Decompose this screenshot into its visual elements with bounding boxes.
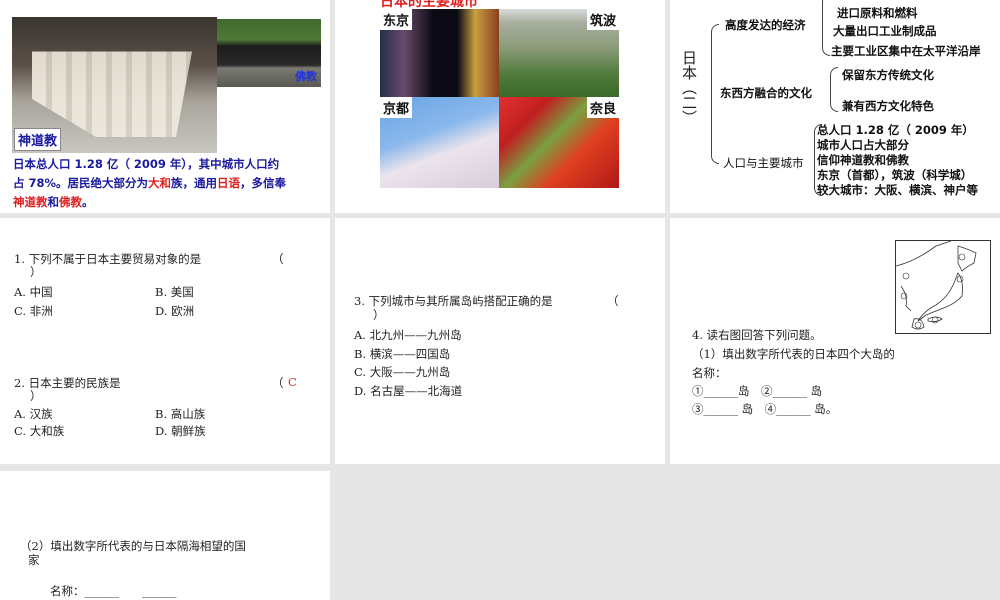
question-3-paren: （ — [607, 294, 619, 308]
question-4-part-2: （2）填出数字所代表的与日本隔海相望的国 — [20, 539, 246, 553]
branch-economy: 高度发达的经济 — [725, 18, 806, 32]
country-blanks: 名称：______ ______ — [50, 584, 177, 598]
slide-thumbnail-5[interactable]: 3. 下列城市与其所属岛屿搭配正确的是 （ ） A. 北九州——九州岛 B. 横… — [335, 218, 665, 464]
slide-thumbnail-7[interactable]: （2）填出数字所代表的与日本隔海相望的国 家 名称：______ ______ — [0, 471, 330, 600]
buddhist-monks-photo: 佛教 — [217, 19, 321, 87]
question-1-stem: 1. 下列不属于日本主要贸易对象的是 — [14, 252, 202, 266]
mindmap-root: 日本（二） — [680, 50, 698, 125]
option: D. 名古屋——北海道 — [354, 384, 463, 398]
city-label-nara: 奈良 — [586, 97, 619, 118]
slide-thumbnail-2[interactable]: 日本的主要城市 东京 筑波 京都 奈良 — [335, 0, 665, 213]
mindmap-item: 信仰神道教和佛教 — [817, 153, 909, 167]
option: C. 大和族 — [14, 424, 65, 438]
option: D. 朝鲜族 — [155, 424, 206, 438]
city-label-kyoto: 京都 — [380, 97, 413, 118]
shinto-procession-photo: 神道教 — [12, 17, 217, 153]
root-brace — [711, 24, 719, 164]
question-3-paren-close: ） — [373, 308, 385, 322]
question-4-stem: 4. 读右图回答下列问题。 — [692, 328, 822, 342]
option: A. 汉族 — [14, 407, 53, 421]
question-2-paren-close: ） — [30, 389, 42, 403]
question-2-paren: （ — [272, 376, 284, 390]
tokyo-photo: 东京 — [380, 9, 499, 97]
economy-brace — [822, 0, 830, 56]
option: D. 欧洲 — [155, 304, 195, 318]
mindmap-item: 保留东方传统文化 — [842, 68, 934, 82]
tsukuba-photo: 筑波 — [499, 9, 619, 97]
mindmap-item: 主要工业区集中在太平洋沿岸 — [831, 44, 981, 58]
option: B. 美国 — [155, 285, 194, 299]
shinto-label: 神道教 — [14, 128, 62, 151]
question-4-part-2-cont: 家 — [28, 553, 40, 567]
option: C. 非洲 — [14, 304, 53, 318]
slide-thumbnail-3[interactable]: 日本（二） 高度发达的经济 进口原料和燃料 大量出口工业制成品 主要工业区集中在… — [670, 0, 1000, 213]
nara-photo: 奈良 — [499, 97, 619, 188]
slide-thumbnail-1[interactable]: 神道教 佛教 日本总人口 1.28 亿（ 2009 年），其中城市人口约占 78… — [0, 0, 330, 213]
branch-culture: 东西方融合的文化 — [720, 86, 812, 100]
option: A. 中国 — [14, 285, 53, 299]
question-4-part-1-cont: 名称： — [692, 366, 727, 380]
culture-brace — [830, 67, 838, 112]
mindmap-item: 较大城市：大阪、横滨、神户等 — [817, 183, 978, 197]
question-1-paren: （ — [272, 252, 284, 266]
option: A. 北九州——九州岛 — [354, 328, 462, 342]
mindmap-item: 大量出口工业制成品 — [833, 24, 937, 38]
slide-thumbnail-4[interactable]: 1. 下列不属于日本主要贸易对象的是 （ ） A. 中国 B. 美国 C. 非洲… — [0, 218, 330, 464]
japan-map — [895, 240, 991, 334]
question-1-paren-close: ） — [30, 265, 42, 279]
island-blanks-2: ③______ 岛 ④______ 岛。 — [692, 402, 838, 416]
branch-population: 人口与主要城市 — [723, 156, 804, 170]
japan-outline-icon — [895, 240, 977, 330]
option: B. 高山族 — [155, 407, 206, 421]
city-label-tsukuba: 筑波 — [586, 9, 619, 30]
slide-thumbnail-6[interactable]: 4. 读右图回答下列问题。 （1）填出数字所代表的日本四个大岛的 名称： ①__… — [670, 218, 1000, 464]
mindmap-item: 总人口 1.28 亿（ 2009 年） — [817, 123, 974, 137]
buddhism-label: 佛教 — [295, 70, 317, 83]
question-4-part-1: （1）填出数字所代表的日本四个大岛的 — [692, 347, 895, 361]
option: C. 大阪——九州岛 — [354, 365, 451, 379]
mindmap-item: 进口原料和燃料 — [837, 6, 918, 20]
population-caption: 日本总人口 1.28 亿（ 2009 年），其中城市人口约占 78%。居民绝大部… — [13, 157, 287, 209]
option: B. 横滨——四国岛 — [354, 347, 451, 361]
question-2-answer: C — [288, 375, 297, 389]
mindmap-item: 兼有西方文化特色 — [842, 99, 934, 113]
kyoto-photo: 京都 — [380, 97, 499, 188]
island-blanks-1: ①______岛 ②______ 岛 — [692, 384, 823, 398]
mindmap-item: 城市人口占大部分 — [817, 138, 909, 152]
mindmap-item: 东京（首都），筑波（科学城） — [817, 168, 973, 182]
city-label-tokyo: 东京 — [380, 9, 413, 30]
